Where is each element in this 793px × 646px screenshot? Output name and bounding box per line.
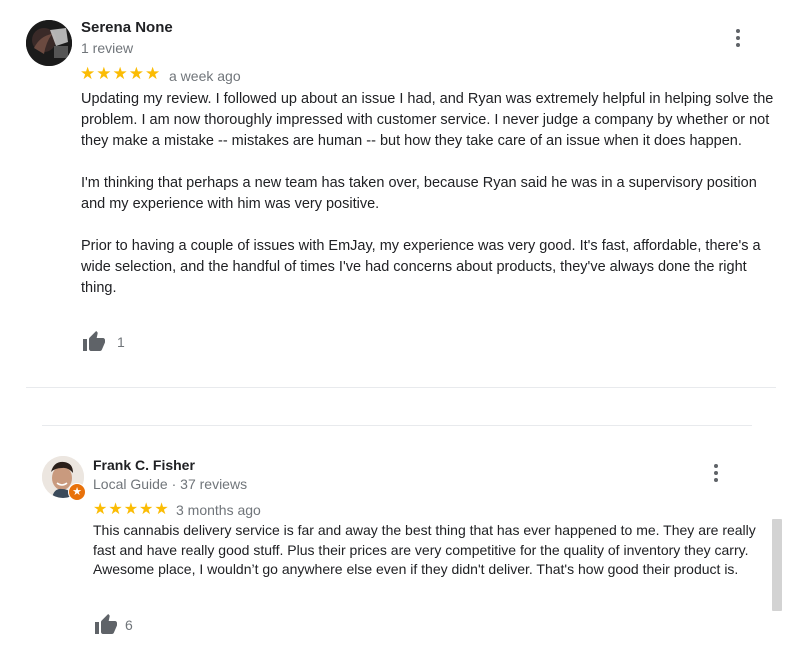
review-time: a week ago bbox=[169, 68, 241, 84]
more-vert-icon[interactable] bbox=[704, 459, 728, 487]
scrollbar-thumb[interactable] bbox=[772, 519, 782, 611]
more-vert-icon[interactable] bbox=[726, 24, 750, 52]
review-paragraph: Prior to having a couple of issues with … bbox=[81, 238, 761, 296]
like-count: 1 bbox=[117, 334, 125, 350]
like-count: 6 bbox=[125, 617, 133, 633]
author-name[interactable]: Serena None bbox=[81, 19, 173, 36]
review-text: Updating my review. I followed up about … bbox=[81, 89, 777, 299]
thumb-up-icon bbox=[83, 331, 105, 351]
avatar[interactable] bbox=[26, 20, 72, 66]
avatar-photo bbox=[26, 20, 72, 66]
author-meta[interactable]: 1 review bbox=[81, 40, 133, 56]
review-divider bbox=[26, 387, 776, 388]
like-button[interactable]: 1 bbox=[81, 330, 125, 354]
review-text: This cannabis delivery service is far an… bbox=[93, 521, 763, 580]
thumb-up-icon bbox=[95, 614, 117, 634]
review-paragraph: I'm thinking that perhaps a new team has… bbox=[81, 175, 757, 212]
author-meta[interactable]: Local Guide · 37 reviews bbox=[93, 476, 247, 492]
like-button[interactable]: 6 bbox=[93, 613, 133, 637]
review-paragraph: Updating my review. I followed up about … bbox=[81, 91, 774, 149]
star-rating: ★★★★★ bbox=[93, 501, 170, 518]
review-paragraph: This cannabis delivery service is far an… bbox=[93, 522, 756, 577]
local-guide-badge-icon: ★ bbox=[68, 483, 86, 501]
star-rating: ★★★★★ bbox=[80, 64, 162, 83]
author-name[interactable]: Frank C. Fisher bbox=[93, 457, 195, 473]
review-divider bbox=[42, 425, 752, 426]
review-time: 3 months ago bbox=[176, 502, 261, 518]
